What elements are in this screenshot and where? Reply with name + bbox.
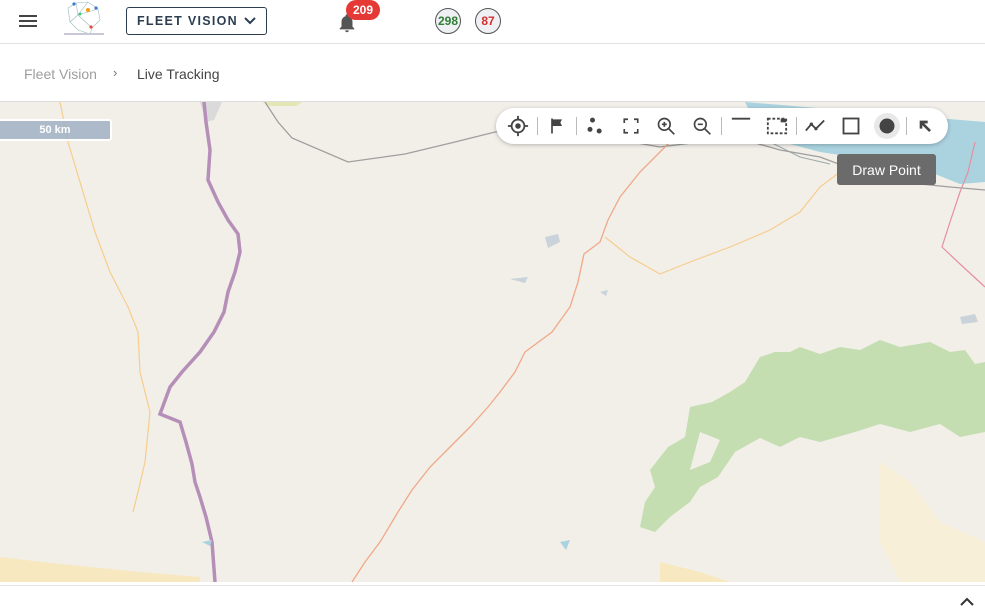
map-view[interactable]: 50 km Draw Point [0, 102, 985, 582]
locate-button[interactable] [505, 113, 531, 139]
fullscreen-button[interactable] [618, 113, 644, 139]
square-icon [842, 117, 860, 135]
zoom-in-icon [657, 117, 675, 135]
draw-rectangle-button[interactable] [838, 113, 864, 139]
toolbar-divider [721, 117, 722, 135]
offline-count-badge[interactable]: 87 [475, 8, 501, 34]
line-icon [731, 117, 751, 120]
collapse-toolbar-button[interactable] [912, 113, 938, 139]
fullscreen-icon [623, 118, 639, 134]
online-count-badge[interactable]: 298 [435, 8, 461, 34]
chevron-up-icon[interactable] [959, 594, 975, 610]
breadcrumb: Fleet Vision › Live Tracking [0, 44, 985, 102]
flag-button[interactable] [544, 113, 570, 139]
breadcrumb-chevron-icon: › [113, 65, 118, 80]
circle-icon [879, 118, 895, 134]
crosshair-icon [507, 115, 529, 137]
draw-polyline-button[interactable] [802, 113, 828, 139]
toolbar-divider [537, 117, 538, 135]
zoom-out-button[interactable] [689, 113, 715, 139]
notification-badge: 209 [346, 0, 380, 20]
breadcrumb-item-live-tracking: Live Tracking [137, 66, 220, 82]
map-scale-bar: 50 km [0, 119, 112, 141]
zoom-in-button[interactable] [653, 113, 679, 139]
polyline-icon [805, 119, 825, 132]
bottom-panel [0, 585, 985, 615]
company-logo [64, 1, 104, 35]
app-selector-label: FLEET VISION [136, 14, 239, 28]
cluster-button[interactable] [582, 113, 608, 139]
flag-icon [551, 118, 562, 134]
chevron-down-icon [244, 17, 256, 25]
top-bar: FLEET VISION 209 298 87 [0, 0, 985, 44]
app-selector-dropdown[interactable]: FLEET VISION [126, 7, 267, 35]
breadcrumb-item-fleet-vision[interactable]: Fleet Vision [24, 66, 97, 82]
hamburger-menu-icon[interactable] [17, 12, 39, 30]
toolbar-divider [906, 117, 907, 135]
map-toolbar [496, 108, 948, 144]
zoom-out-icon [693, 117, 711, 135]
draw-line-button[interactable] [728, 113, 754, 139]
draw-point-button[interactable] [874, 113, 900, 139]
dashed-rectangle-icon [766, 117, 788, 135]
toolbar-divider [576, 117, 577, 135]
cluster-icon [587, 117, 602, 134]
arrow-up-left-icon [919, 120, 931, 132]
draw-point-tooltip: Draw Point [837, 154, 936, 185]
toolbar-divider [796, 117, 797, 135]
select-area-button[interactable] [764, 113, 790, 139]
